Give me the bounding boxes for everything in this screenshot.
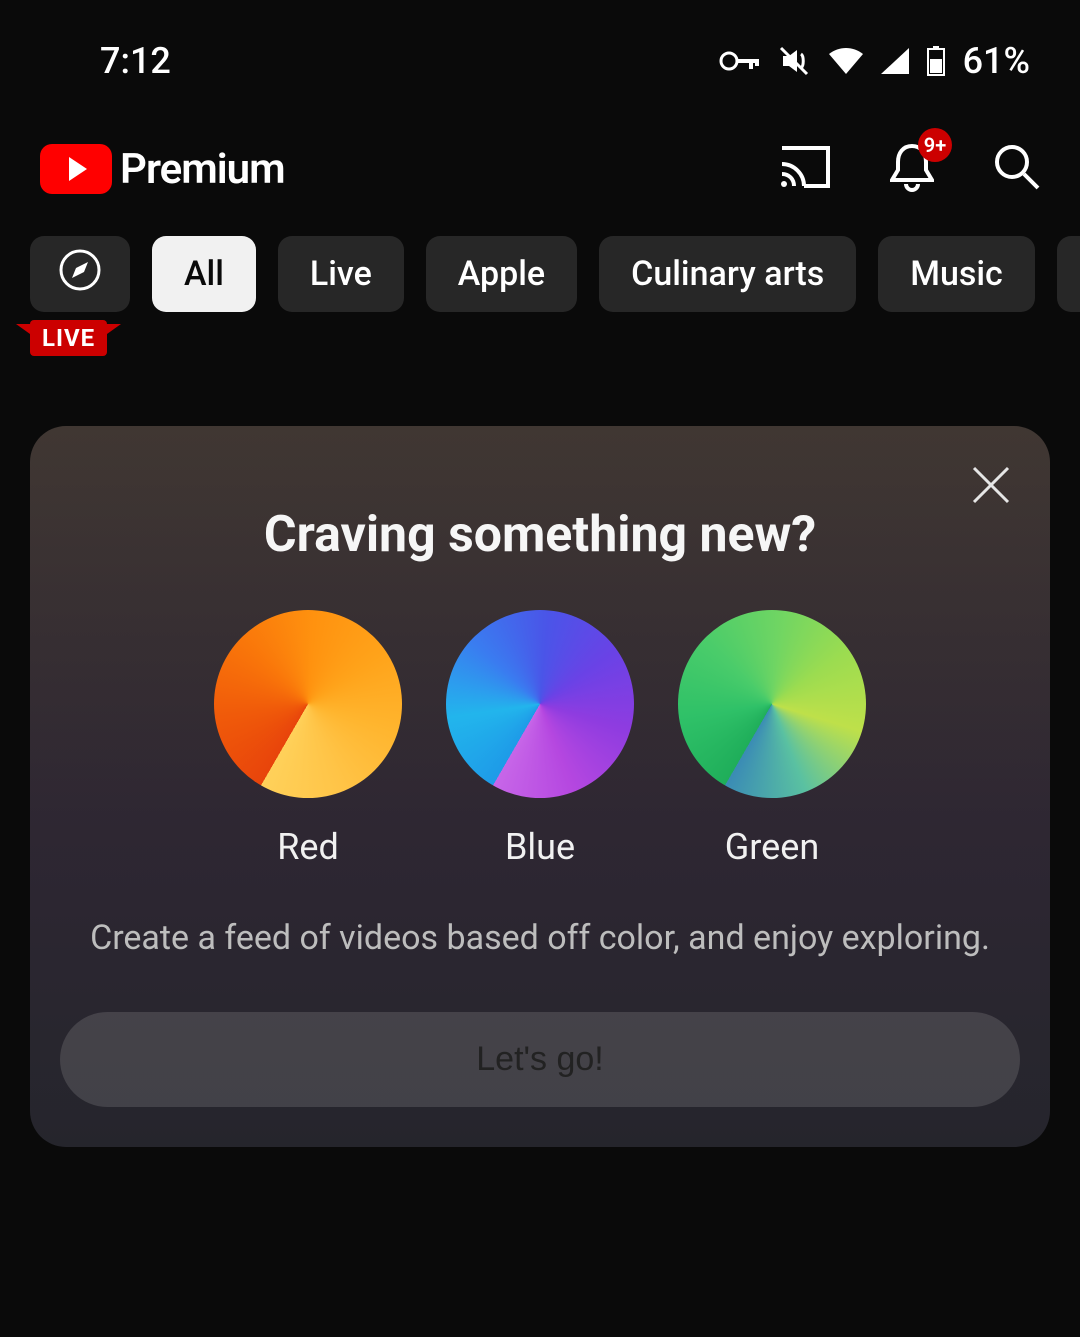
color-option-green[interactable]: Green <box>678 610 866 868</box>
status-bar: 7:12 <box>0 0 1080 102</box>
chip-label: Live <box>310 254 372 294</box>
color-feed-promo-card: Craving something new? Red Blue Green Cr… <box>30 426 1050 1147</box>
color-label: Green <box>725 826 819 868</box>
color-swatch-green <box>678 610 866 798</box>
promo-title: Craving something new? <box>60 506 1020 564</box>
notifications-button[interactable]: 9+ <box>890 142 934 196</box>
search-icon <box>994 175 1040 194</box>
cell-signal-icon <box>881 48 909 74</box>
filter-chips: All Live Apple Culinary arts Music N <box>0 226 1080 312</box>
promo-description: Create a feed of videos based off color,… <box>60 918 1020 958</box>
live-badge-wrap: LIVE <box>0 312 1080 356</box>
search-button[interactable] <box>994 144 1040 194</box>
chip-label: All <box>184 254 224 294</box>
youtube-premium-logo[interactable]: Premium <box>40 144 780 194</box>
lets-go-button[interactable]: Let's go! <box>60 1012 1020 1107</box>
chip-label: Apple <box>458 254 545 294</box>
chip-label: Culinary arts <box>631 254 824 294</box>
color-options-row: Red Blue Green <box>60 610 1020 868</box>
explore-chip[interactable] <box>30 236 130 312</box>
cta-label: Let's go! <box>476 1040 603 1078</box>
chip-label: Music <box>910 254 1003 294</box>
battery-icon <box>927 46 945 76</box>
app-header: Premium 9+ <box>0 102 1080 226</box>
notification-badge: 9+ <box>918 128 952 162</box>
chip-all[interactable]: All <box>152 236 256 312</box>
promo-close-button[interactable] <box>968 462 1014 512</box>
compass-icon <box>58 248 102 301</box>
bell-icon <box>890 177 934 196</box>
color-option-red[interactable]: Red <box>214 610 402 868</box>
status-time: 7:12 <box>100 40 171 82</box>
brand-text: Premium <box>120 145 285 194</box>
battery-percent: 61% <box>963 40 1030 82</box>
live-badge: LIVE <box>30 320 107 356</box>
chip-music[interactable]: Music <box>878 236 1035 312</box>
chip-next-partial[interactable]: N <box>1057 236 1080 312</box>
color-swatch-red <box>214 610 402 798</box>
status-right: 61% <box>719 40 1030 82</box>
youtube-play-icon <box>40 144 112 194</box>
color-label: Red <box>277 826 339 868</box>
color-option-blue[interactable]: Blue <box>446 610 634 868</box>
color-swatch-blue <box>446 610 634 798</box>
chip-live[interactable]: Live <box>278 236 404 312</box>
close-icon <box>968 493 1014 512</box>
chip-culinary-arts[interactable]: Culinary arts <box>599 236 856 312</box>
chip-apple[interactable]: Apple <box>426 236 577 312</box>
cast-button[interactable] <box>780 146 830 192</box>
mute-icon <box>777 44 811 78</box>
vpn-key-icon <box>719 49 759 73</box>
cast-icon <box>780 173 830 192</box>
color-label: Blue <box>505 826 575 868</box>
wifi-icon <box>829 48 863 74</box>
